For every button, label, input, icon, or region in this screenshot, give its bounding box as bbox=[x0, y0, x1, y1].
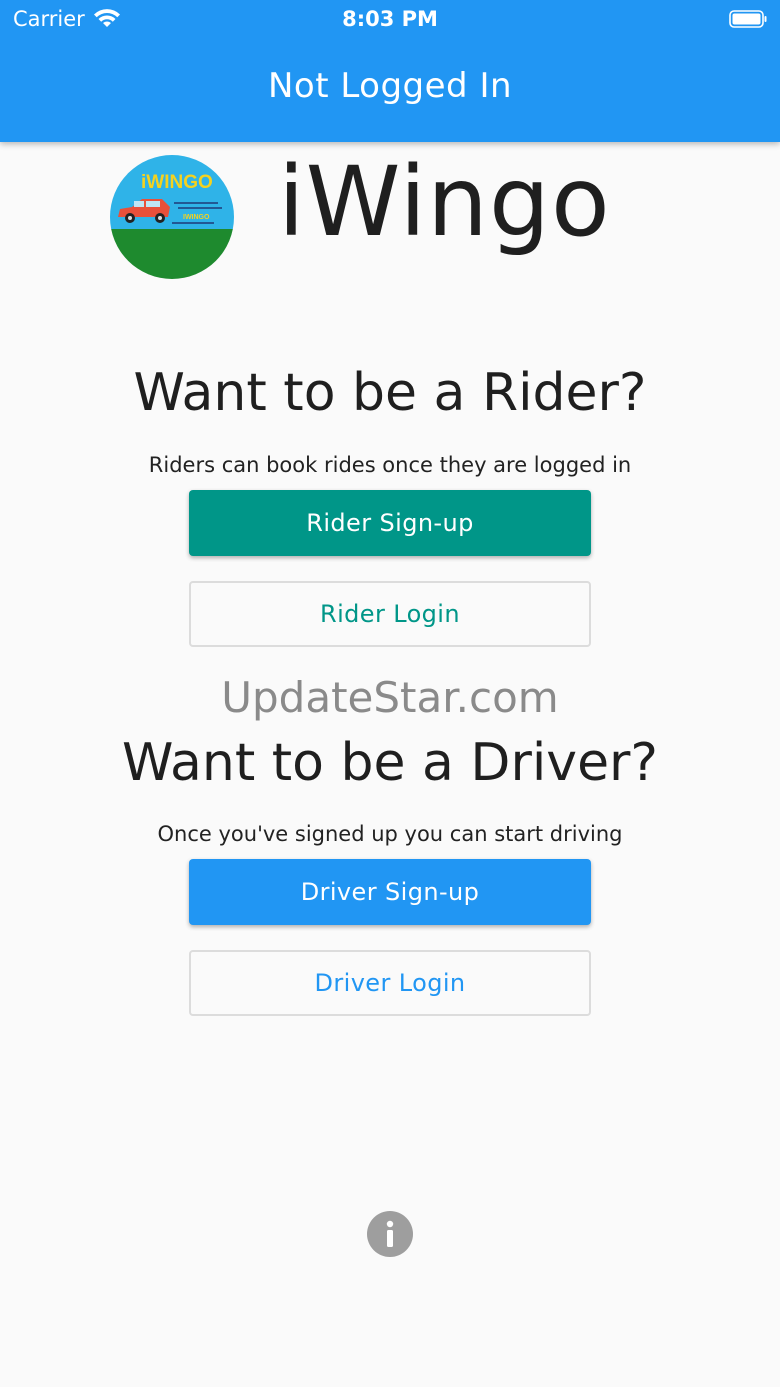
brand-name: iWingo bbox=[278, 146, 611, 258]
rider-section-subtitle: Riders can book rides once they are logg… bbox=[148, 453, 632, 477]
page-title: Not Logged In bbox=[267, 66, 513, 106]
driver-section-title: Want to be a Driver? bbox=[121, 733, 659, 793]
logo-small-wordmark: IWINGO bbox=[183, 214, 210, 221]
brand-header: iWINGO IWINGO iWingo bbox=[110, 146, 710, 280]
driver-login-button[interactable]: Driver Login bbox=[189, 950, 591, 1016]
rider-section-title: Want to be a Rider? bbox=[133, 363, 647, 423]
watermark: UpdateStar.com bbox=[221, 673, 559, 722]
driver-section-subtitle: Once you've signed up you can start driv… bbox=[157, 822, 623, 846]
logo-wordmark: iWINGO bbox=[141, 172, 213, 193]
rider-signup-button[interactable]: Rider Sign-up bbox=[189, 490, 591, 556]
driver-signup-button[interactable]: Driver Sign-up bbox=[189, 859, 591, 925]
app-bar: Carrier 8:03 PM Not Logged In bbox=[0, 0, 780, 142]
battery-icon bbox=[729, 10, 767, 28]
status-bar: Carrier 8:03 PM bbox=[0, 0, 780, 40]
rider-login-button[interactable]: Rider Login bbox=[189, 581, 591, 647]
info-icon[interactable] bbox=[367, 1211, 413, 1257]
status-time: 8:03 PM bbox=[342, 7, 438, 31]
app-logo: iWINGO IWINGO bbox=[110, 155, 234, 279]
